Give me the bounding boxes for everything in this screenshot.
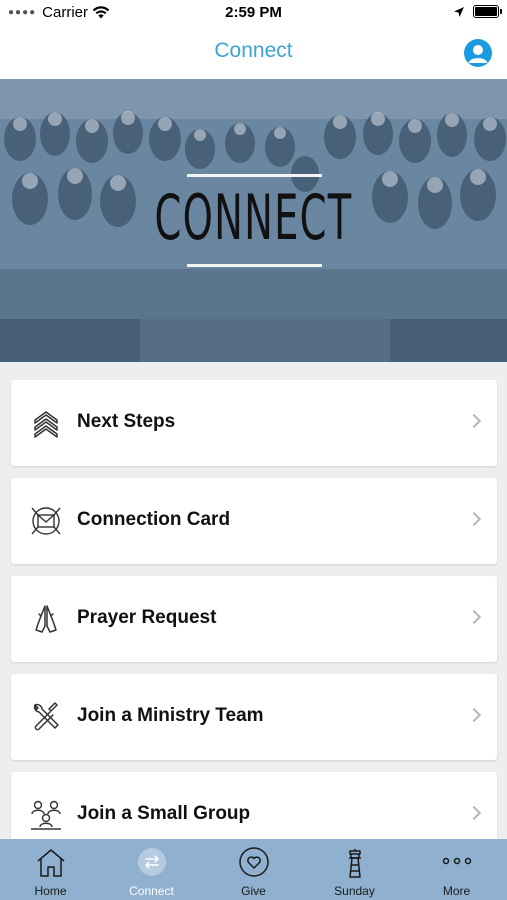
tab-label: Sunday xyxy=(334,884,375,898)
menu-item-label: Prayer Request xyxy=(77,607,217,628)
status-bar: ●●●● Carrier 2:59 PM xyxy=(0,0,507,26)
tab-more[interactable]: More xyxy=(406,839,507,900)
menu-item-connection-card[interactable]: Connection Card xyxy=(11,478,497,564)
tab-label: Connect xyxy=(129,884,174,898)
chevron-right-icon xyxy=(466,609,482,625)
praying-hands-icon xyxy=(35,605,57,633)
ellipsis-icon xyxy=(442,857,472,865)
wrench-icon xyxy=(33,702,59,731)
status-time: 2:59 PM xyxy=(225,4,282,21)
hero-rule-top xyxy=(187,174,322,177)
hero-banner: CONNECT xyxy=(0,79,507,362)
user-icon xyxy=(468,45,488,63)
menu-item-label: Connection Card xyxy=(77,509,231,530)
hero-rule-bottom xyxy=(187,264,322,267)
chevrons-up-icon xyxy=(34,411,58,438)
menu-item-label: Join a Ministry Team xyxy=(77,705,264,726)
tab-home[interactable]: Home xyxy=(0,839,101,900)
heart-icon xyxy=(239,847,269,877)
menu-item-prayer-request[interactable]: Prayer Request xyxy=(11,576,497,662)
tab-label: More xyxy=(442,884,471,898)
tab-bar: Home Connect Give Sunday More xyxy=(0,839,507,900)
chevron-right-icon xyxy=(466,413,482,429)
status-right xyxy=(453,5,502,18)
envelope-icon xyxy=(31,507,61,535)
menu-item-label: Join a Small Group xyxy=(77,803,251,824)
menu-item-next-steps[interactable]: Next Steps xyxy=(11,380,497,466)
tab-give[interactable]: Give xyxy=(203,839,304,900)
battery-icon xyxy=(473,5,502,18)
tab-label: Home xyxy=(34,884,67,898)
chevron-right-icon xyxy=(466,707,482,723)
tab-label: Give xyxy=(241,884,266,898)
hero-title: CONNECT xyxy=(154,181,353,254)
lighthouse-icon xyxy=(349,849,361,878)
group-icon xyxy=(31,800,61,830)
connect-arrows-icon xyxy=(138,848,166,876)
nav-bar: Connect xyxy=(0,26,507,79)
profile-button[interactable] xyxy=(464,39,492,67)
location-arrow-icon xyxy=(454,6,464,17)
home-icon xyxy=(37,849,65,877)
menu-item-label: Next Steps xyxy=(77,411,176,432)
chevron-right-icon xyxy=(466,511,482,527)
tab-sunday[interactable]: Sunday xyxy=(304,839,405,900)
chevron-right-icon xyxy=(466,805,482,821)
tab-connect[interactable]: Connect xyxy=(101,839,202,900)
page-title: Connect xyxy=(214,39,293,62)
menu-item-ministry-team[interactable]: Join a Ministry Team xyxy=(11,674,497,760)
